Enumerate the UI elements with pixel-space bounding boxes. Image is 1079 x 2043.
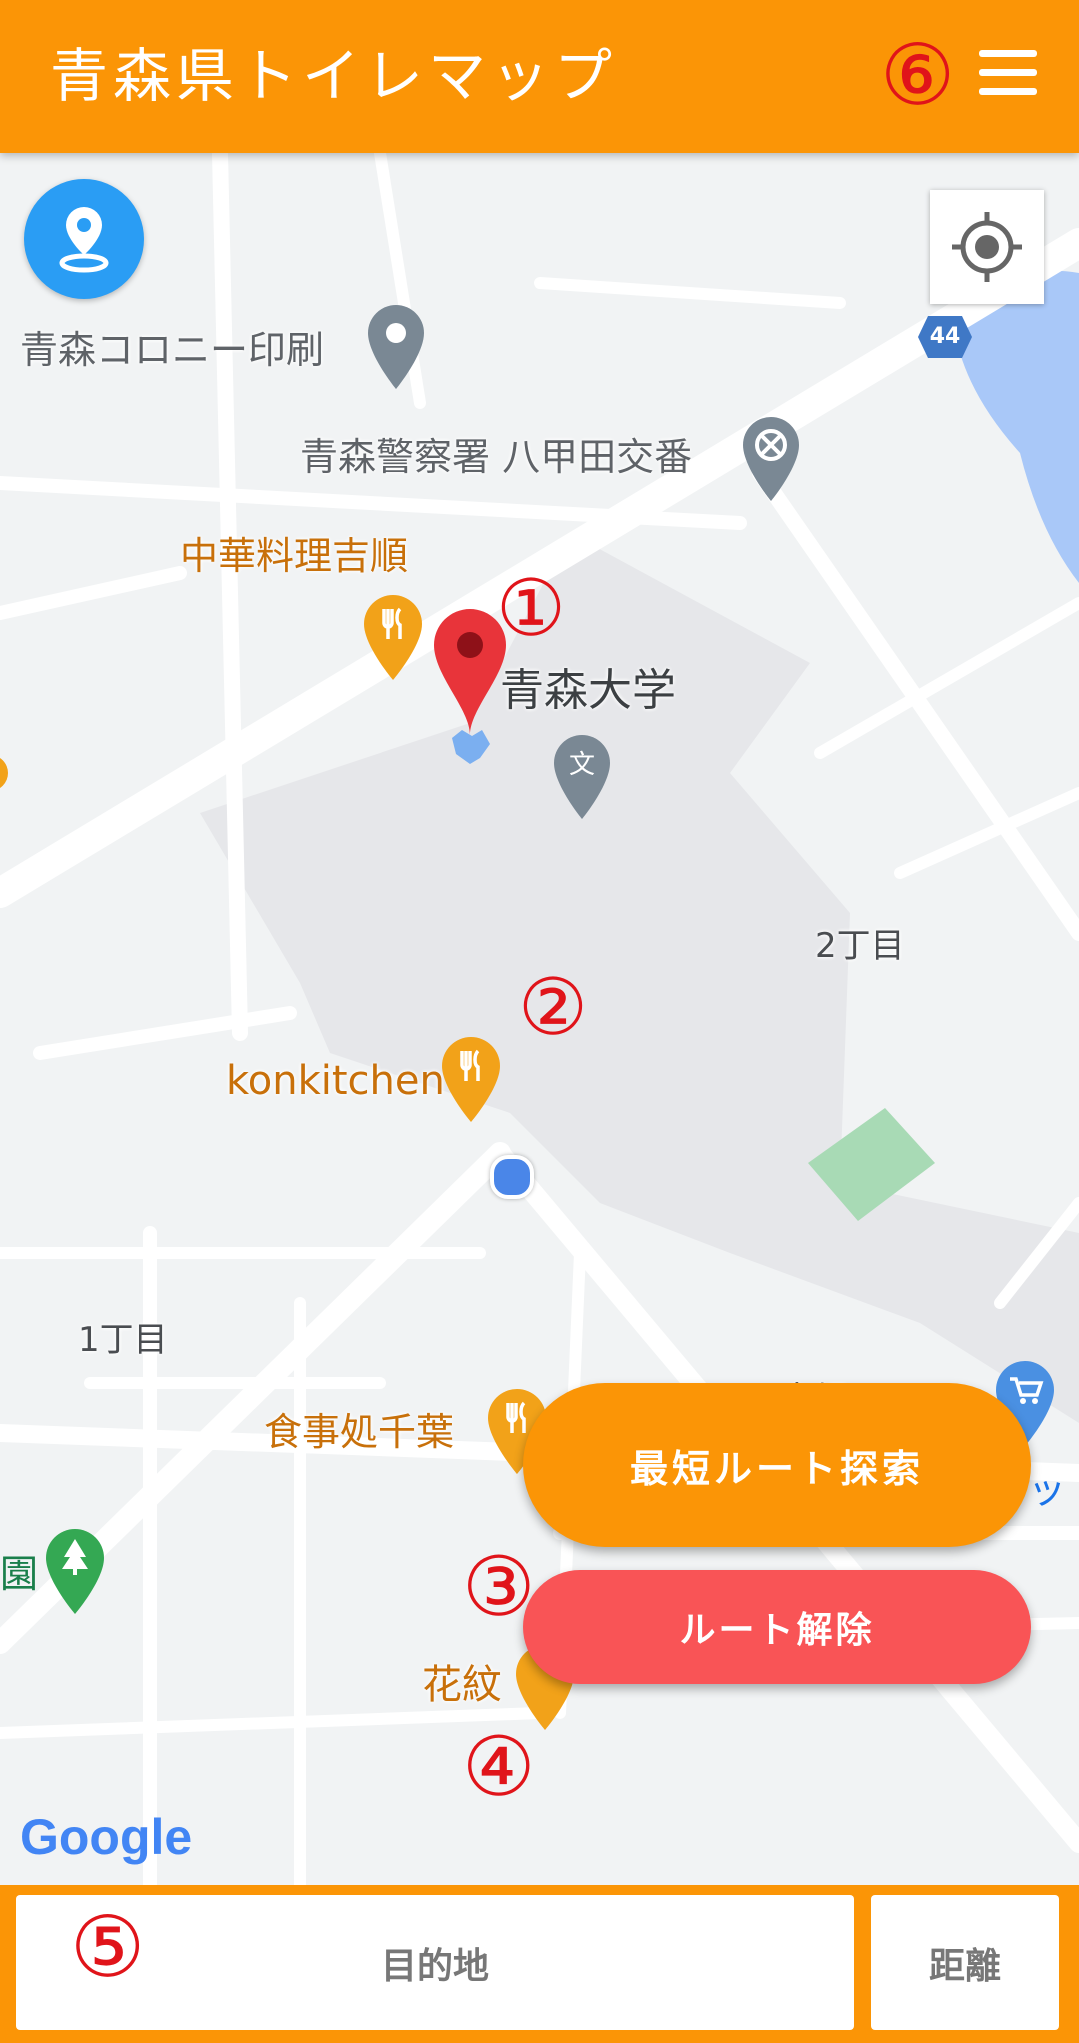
poi-label-kamon[interactable]: 花紋 xyxy=(422,1665,502,1705)
annotation-1: ① xyxy=(496,564,566,654)
annotation-5: ⑤ xyxy=(70,1898,146,1996)
app-title: 青森県トイレマップ xyxy=(50,42,618,110)
police-pin-icon[interactable] xyxy=(741,415,801,505)
annotation-4: ④ xyxy=(462,1720,536,1815)
route-44-badge: 44 xyxy=(918,316,972,358)
google-attribution: Google xyxy=(20,1809,193,1865)
distance-field[interactable]: 距離 xyxy=(871,1895,1059,2030)
my-location-button[interactable] xyxy=(930,190,1044,304)
annotation-6: ⑥ xyxy=(880,26,956,124)
school-pin-icon[interactable]: 文 xyxy=(552,733,612,823)
place-pin-icon xyxy=(59,207,109,273)
shortest-route-button[interactable]: 最短ルート探索 xyxy=(523,1383,1031,1547)
area-label-1chome: 1丁目 xyxy=(78,1320,168,1360)
gray-place-pin-icon[interactable] xyxy=(366,303,426,393)
restaurant-pin-icon[interactable] xyxy=(362,593,424,683)
svg-text:文: 文 xyxy=(569,750,595,780)
poi-label-police[interactable]: 青森警察署 八甲田交番 xyxy=(300,438,692,476)
poi-label-shokujidokoro[interactable]: 食事処千葉 xyxy=(264,1413,454,1451)
poi-label-colony[interactable]: 青森コロニー印刷 xyxy=(20,331,324,369)
bottom-bar: 目的地 距離 xyxy=(0,1885,1079,2043)
poi-label-kichijun[interactable]: 中華料理吉順 xyxy=(180,537,408,575)
park-pin-icon[interactable] xyxy=(44,1527,106,1617)
poi-label-university[interactable]: 青森大学 xyxy=(500,669,676,713)
my-places-button[interactable] xyxy=(24,179,144,299)
hamburger-menu-icon[interactable] xyxy=(979,50,1037,96)
toilet-spot-icon xyxy=(452,730,490,764)
poi-label-konkitchen[interactable]: konkitchen xyxy=(226,1061,445,1101)
annotation-3: ③ xyxy=(462,1540,536,1635)
restaurant-pin-icon[interactable] xyxy=(0,753,10,803)
area-label-2chome: 2丁目 xyxy=(815,926,905,966)
clear-route-button[interactable]: ルート解除 xyxy=(523,1570,1031,1684)
current-location-dot xyxy=(490,1155,534,1199)
annotation-2: ② xyxy=(518,963,588,1053)
restaurant-pin-icon[interactable] xyxy=(440,1035,502,1125)
poi-label-park-partial[interactable]: 園 xyxy=(0,1555,38,1593)
crosshair-icon xyxy=(952,212,1022,282)
